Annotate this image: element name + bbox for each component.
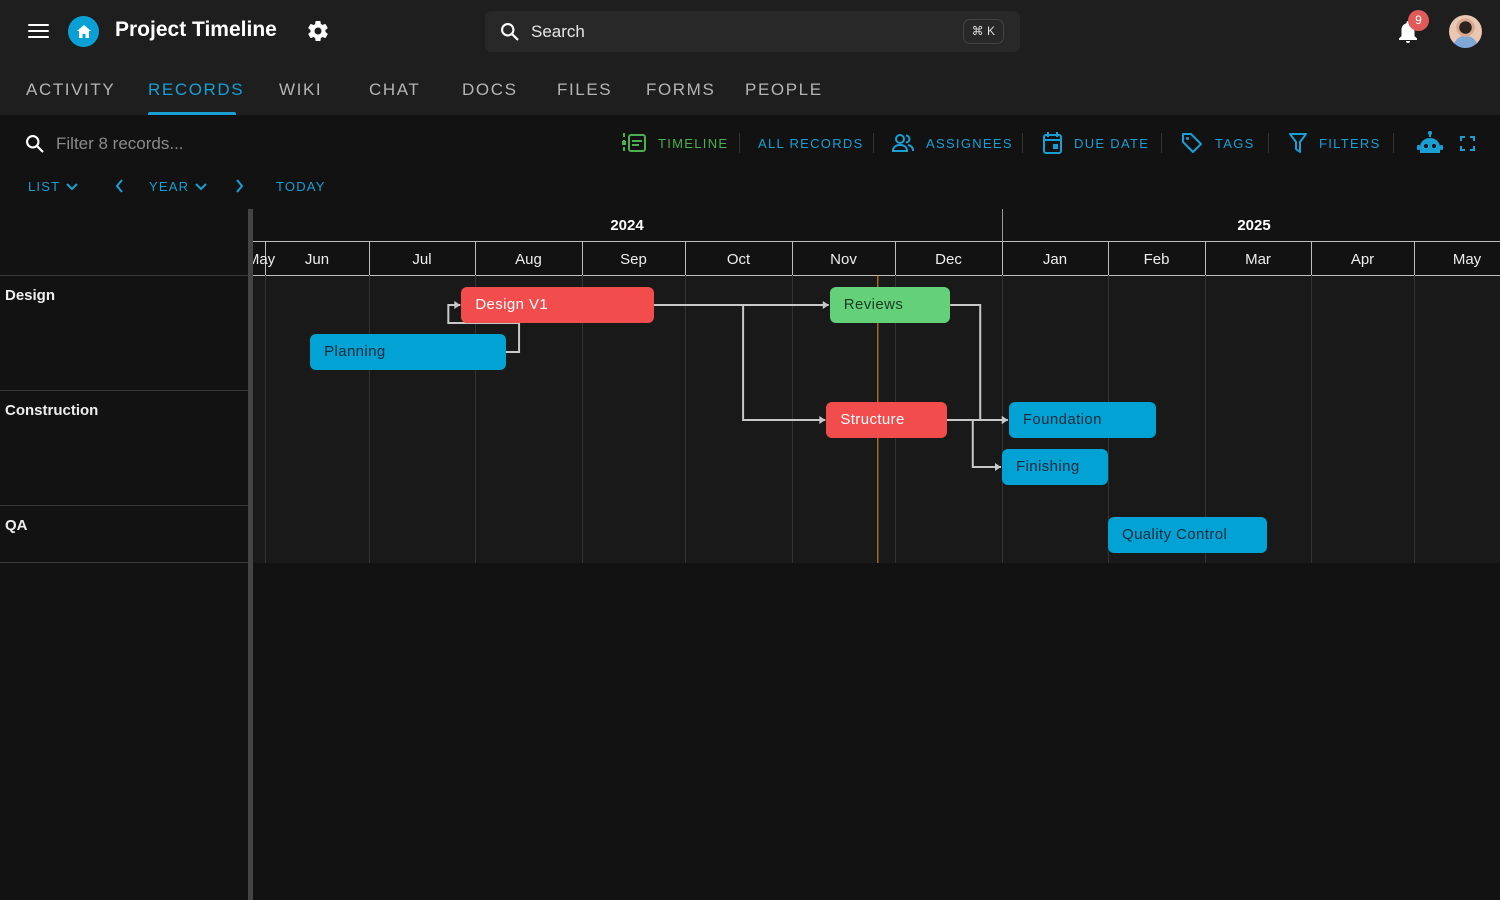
task-bar[interactable]: Structure xyxy=(826,402,947,438)
month-label: Dec xyxy=(935,251,962,268)
month-label: Jul xyxy=(412,251,432,268)
chevron-left-icon[interactable] xyxy=(115,179,124,193)
tab-files[interactable]: FILES xyxy=(557,80,612,100)
today-label: TODAY xyxy=(276,179,326,194)
tab-wiki[interactable]: WIKI xyxy=(279,80,322,100)
search-icon xyxy=(501,23,519,41)
month-label: Jun xyxy=(304,251,330,268)
year-label-2024: 2024 xyxy=(610,217,644,234)
tab-activity[interactable]: ACTIVITY xyxy=(26,80,115,100)
list-dropdown[interactable]: LIST xyxy=(28,179,78,194)
month-label: Mar xyxy=(1245,251,1271,268)
search-icon xyxy=(26,135,44,153)
list-label: LIST xyxy=(28,179,61,194)
divider xyxy=(0,562,248,563)
month-label: Aug xyxy=(515,251,542,268)
group-label-qa: QA xyxy=(5,517,28,534)
divider xyxy=(873,133,874,153)
divider xyxy=(0,505,248,506)
robot-icon[interactable] xyxy=(1417,131,1443,155)
task-bar[interactable]: Reviews xyxy=(829,287,951,323)
assignees-button[interactable]: ASSIGNEES xyxy=(892,131,1013,155)
divider xyxy=(1161,133,1162,153)
all-records-label: ALL RECORDS xyxy=(758,135,864,151)
task-bar[interactable]: Design V1 xyxy=(461,287,655,323)
group-label-construction: Construction xyxy=(5,402,99,419)
active-tab-indicator xyxy=(148,112,236,115)
timeline-chart: 2024 2025 May Jun Jul Aug Sep Oct Nov Dec Jan Feb… xyxy=(253,209,1500,900)
month-label: May xyxy=(1452,251,1482,268)
divider xyxy=(0,390,248,391)
people-icon xyxy=(892,134,914,152)
fullscreen-icon[interactable] xyxy=(1460,136,1475,151)
timeline-icon xyxy=(622,133,646,153)
timeline-label: TIMELINE xyxy=(658,135,729,151)
today-button[interactable]: TODAY xyxy=(276,179,326,194)
month-label: Feb xyxy=(1143,251,1170,268)
chevron-down-icon xyxy=(66,182,78,190)
divider xyxy=(0,275,248,276)
divider xyxy=(1268,133,1269,153)
tag-icon xyxy=(1182,133,1202,153)
menu-icon[interactable] xyxy=(28,22,49,40)
due-date-button[interactable]: DUE DATE xyxy=(1043,131,1149,155)
chevron-right-icon[interactable] xyxy=(235,179,244,193)
gear-icon[interactable] xyxy=(306,19,330,43)
app-title: Project Timeline xyxy=(115,18,277,41)
calendar-icon xyxy=(1043,132,1062,154)
tags-label: TAGS xyxy=(1215,135,1255,151)
tab-records[interactable]: RECORDS xyxy=(148,80,244,100)
task-bar[interactable]: Finishing xyxy=(1002,449,1108,485)
due-date-label: DUE DATE xyxy=(1074,135,1150,151)
task-bar[interactable]: Quality Control xyxy=(1108,517,1267,553)
search-shortcut: ⌘ K xyxy=(962,19,1004,44)
search-bar[interactable]: Search ⌘ K xyxy=(485,11,1020,52)
tab-forms[interactable]: FORMS xyxy=(646,80,715,100)
home-icon xyxy=(76,25,91,38)
tags-button[interactable]: TAGS xyxy=(1181,131,1255,155)
filter-icon xyxy=(1289,133,1307,153)
filters-button[interactable]: FILTERS xyxy=(1289,131,1381,155)
year-dropdown[interactable]: YEAR xyxy=(149,179,207,194)
month-label: Jan xyxy=(1042,251,1068,268)
notification-badge: 9 xyxy=(1408,10,1429,31)
timeline-view-button[interactable]: TIMELINE xyxy=(622,131,728,155)
divider xyxy=(1393,133,1394,153)
month-label: May xyxy=(253,251,276,268)
search-placeholder: Search xyxy=(531,22,585,41)
month-label: Apr xyxy=(1350,251,1375,268)
divider xyxy=(1022,133,1023,153)
assignees-label: ASSIGNEES xyxy=(926,135,1013,151)
chevron-down-icon xyxy=(195,182,207,190)
avatar[interactable] xyxy=(1449,15,1482,48)
tab-chat[interactable]: CHAT xyxy=(369,80,420,100)
home-button[interactable] xyxy=(68,16,99,47)
year-label: YEAR xyxy=(149,179,190,194)
divider xyxy=(739,133,740,153)
task-bar[interactable]: Planning xyxy=(310,334,507,370)
filters-label: FILTERS xyxy=(1319,135,1381,151)
all-records-button[interactable]: ALL RECORDS xyxy=(758,131,864,155)
year-label-2025: 2025 xyxy=(1237,217,1271,234)
group-label-design: Design xyxy=(5,287,56,304)
month-label: Nov xyxy=(830,251,857,268)
month-label: Oct xyxy=(726,251,751,268)
tab-people[interactable]: PEOPLE xyxy=(745,80,823,100)
month-label: Sep xyxy=(620,251,647,268)
task-bar[interactable]: Foundation xyxy=(1008,402,1157,438)
tab-docs[interactable]: DOCS xyxy=(462,80,518,100)
filter-input[interactable] xyxy=(56,133,356,155)
